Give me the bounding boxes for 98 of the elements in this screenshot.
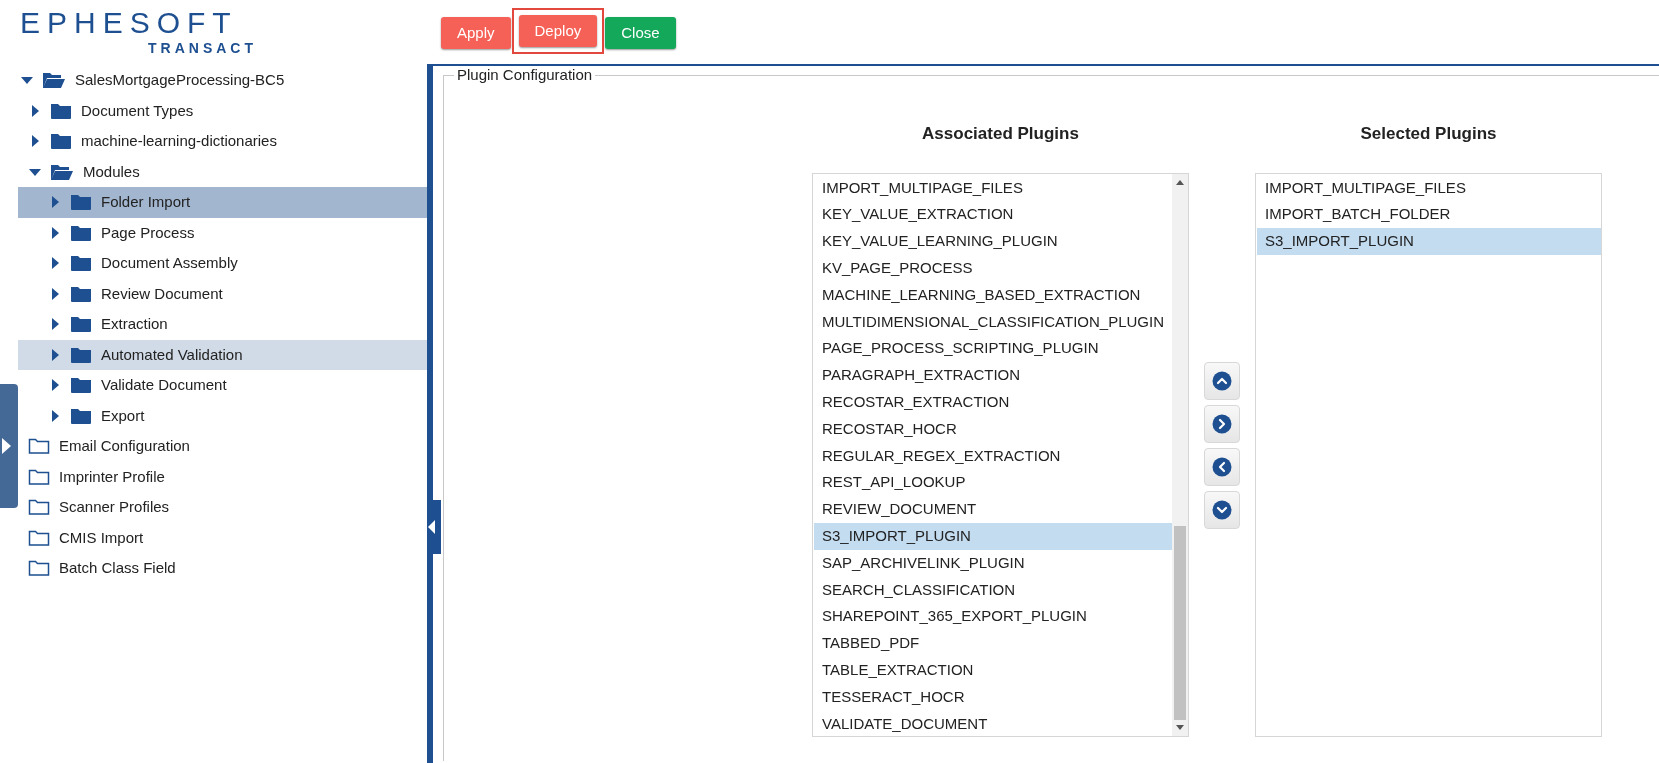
list-title: Associated Plugins (922, 123, 1079, 145)
folder-icon (70, 315, 92, 334)
plugin-list-item[interactable]: IMPORT_MULTIPAGE_FILES (1257, 174, 1601, 202)
tree-item-label: Folder Import (101, 192, 191, 212)
plugin-list-item[interactable]: KEY_VALUE_LEARNING_PLUGIN (814, 228, 1172, 255)
plugin-list-item[interactable]: REVIEW_DOCUMENT (814, 496, 1172, 523)
folder-icon (50, 101, 72, 120)
chevron-down-icon (1212, 500, 1232, 520)
tree-item-label: Validate Document (101, 375, 227, 395)
move-up-button[interactable] (1204, 362, 1240, 400)
move-down-button[interactable] (1204, 491, 1240, 529)
tree-item[interactable]: Imprinter Profile (18, 461, 427, 492)
tree-item-label: Page Process (101, 222, 195, 243)
plugin-list[interactable]: IMPORT_MULTIPAGE_FILES IMPORT_BATCH_FOLDER S3_IMPORT_PLUGIN (1255, 172, 1602, 737)
tree-item[interactable]: Batch Class Field (18, 553, 427, 584)
plugin-list-item[interactable]: TABLE_EXTRACTION (814, 656, 1172, 684)
plugin-list-item[interactable]: PARAGRAPH_EXTRACTION (814, 362, 1172, 389)
plugin-list-item[interactable]: SEARCH_CLASSIFICATION (814, 576, 1172, 604)
open-folder-icon (50, 162, 74, 181)
folder-icon (50, 132, 72, 151)
tree-item[interactable]: CMIS Import (18, 522, 427, 553)
tree-item[interactable]: Email Configuration (18, 431, 427, 462)
folder-outline-icon (28, 559, 50, 578)
tree-item-label: Export (101, 405, 145, 426)
plugin-list-item[interactable]: KEY_VALUE_EXTRACTION (814, 201, 1172, 229)
tree-item[interactable]: Automated Validation (18, 339, 427, 370)
tree-item[interactable]: Export (18, 400, 427, 431)
triangle-left-icon (427, 518, 437, 536)
list-title: Selected Plugins (1360, 123, 1497, 145)
scroll-up-icon[interactable] (1176, 178, 1184, 185)
tree-item[interactable]: Page Process (18, 217, 427, 248)
triangle-right-icon (0, 436, 12, 456)
folder-outline-icon (28, 528, 50, 547)
tree-item[interactable]: Review Document (18, 278, 427, 309)
tree-item-label: Review Document (101, 283, 223, 304)
tree-item-label: SalesMortgageProcessing-BC5 (75, 70, 285, 90)
plugin-list-item[interactable]: REGULAR_REGEX_EXTRACTION (814, 442, 1172, 470)
tree-item[interactable]: SalesMortgageProcessing-BC5 (18, 65, 427, 96)
plugin-list[interactable] (812, 172, 1189, 737)
chevron-left-icon (1212, 457, 1232, 477)
plugin-list-item[interactable]: MULTIDIMENSIONAL_CLASSIFICATION_PLUGIN (814, 308, 1172, 336)
tree-item-label: Automated Validation (101, 344, 243, 365)
plugin-list-item[interactable]: IMPORT_MULTIPAGE_FILES (814, 174, 1172, 202)
folder-icon (70, 284, 92, 303)
move-right-button[interactable] (1204, 405, 1240, 443)
plugin-list-item[interactable]: KV_PAGE_PROCESS (814, 254, 1172, 282)
plugin-list-item[interactable]: S3_IMPORT_PLUGIN (814, 522, 1172, 550)
collapse-side-tab[interactable] (427, 500, 441, 554)
tree-item-label: CMIS Import (59, 527, 144, 548)
tree-item[interactable]: Extraction (18, 309, 427, 340)
plugin-list-item[interactable]: MACHINE_LEARNING_BASED_EXTRACTION (814, 281, 1172, 309)
tree-item[interactable]: Document Types (18, 95, 427, 126)
open-folder-icon (42, 71, 66, 90)
plugin-list-item[interactable]: RECOSTAR_HOCR (814, 415, 1172, 443)
tree-item[interactable]: Scanner Profiles (18, 492, 427, 523)
tree-item[interactable]: Document Assembly (18, 248, 427, 279)
tree-item[interactable]: Modules (18, 156, 427, 187)
folder-outline-icon (28, 437, 50, 456)
fieldset-legend: Plugin Configuration (454, 66, 596, 84)
logo-subtitle: TRANSACT (148, 40, 257, 56)
folder-icon (70, 345, 92, 364)
plugin-list-item[interactable]: RECOSTAR_EXTRACTION (814, 388, 1172, 416)
folder-icon (70, 193, 92, 212)
plugin-list-item[interactable]: PAGE_PROCESS_SCRIPTING_PLUGIN (814, 335, 1172, 363)
tree-item[interactable]: Folder Import (18, 187, 427, 218)
expand-side-tab[interactable] (0, 384, 18, 508)
folder-outline-icon (28, 498, 50, 517)
logo-wordmark: EPHESOFT (20, 6, 238, 40)
plugin-list-item[interactable]: S3_IMPORT_PLUGIN (1257, 228, 1601, 255)
plugin-list-item[interactable]: TESSERACT_HOCR (814, 683, 1172, 711)
tree-item-label: Document Assembly (101, 253, 238, 273)
tree-item-label: Email Configuration (59, 436, 190, 456)
move-left-button[interactable] (1204, 448, 1240, 486)
tree-item-label: Modules (83, 161, 140, 182)
plugin-list-item[interactable]: VALIDATE_DOCUMENT (814, 710, 1172, 738)
tree-item-label: Document Types (81, 100, 194, 121)
tree-item-label: Scanner Profiles (59, 497, 170, 517)
folder-icon (70, 376, 92, 395)
folder-icon (70, 406, 92, 425)
plugin-list-item[interactable]: SHAREPOINT_365_EXPORT_PLUGIN (814, 603, 1172, 631)
folder-outline-icon (28, 467, 50, 486)
scrollbar-thumb[interactable] (1174, 525, 1186, 720)
tree-item[interactable]: machine-learning-dictionaries (18, 126, 427, 157)
plugin-list-item[interactable]: IMPORT_BATCH_FOLDER (1257, 201, 1601, 229)
tree-item-label: Batch Class Field (59, 558, 176, 578)
scroll-down-icon[interactable] (1176, 724, 1184, 731)
tree-item[interactable]: Validate Document (18, 370, 427, 401)
folder-icon (70, 254, 92, 273)
folder-icon (70, 223, 92, 242)
chevron-up-icon (1212, 371, 1232, 391)
scrollbar[interactable] (1172, 173, 1188, 736)
tree-item-label: Extraction (101, 314, 168, 334)
plugin-list-item[interactable]: TABBED_PDF (814, 630, 1172, 657)
chevron-right-icon (1212, 414, 1232, 434)
plugin-list-item[interactable]: SAP_ARCHIVELINK_PLUGIN (814, 549, 1172, 577)
tree-item-label: Imprinter Profile (59, 466, 165, 487)
tree-item-label: machine-learning-dictionaries (81, 131, 277, 151)
plugin-list-item[interactable]: REST_API_LOOKUP (814, 469, 1172, 497)
